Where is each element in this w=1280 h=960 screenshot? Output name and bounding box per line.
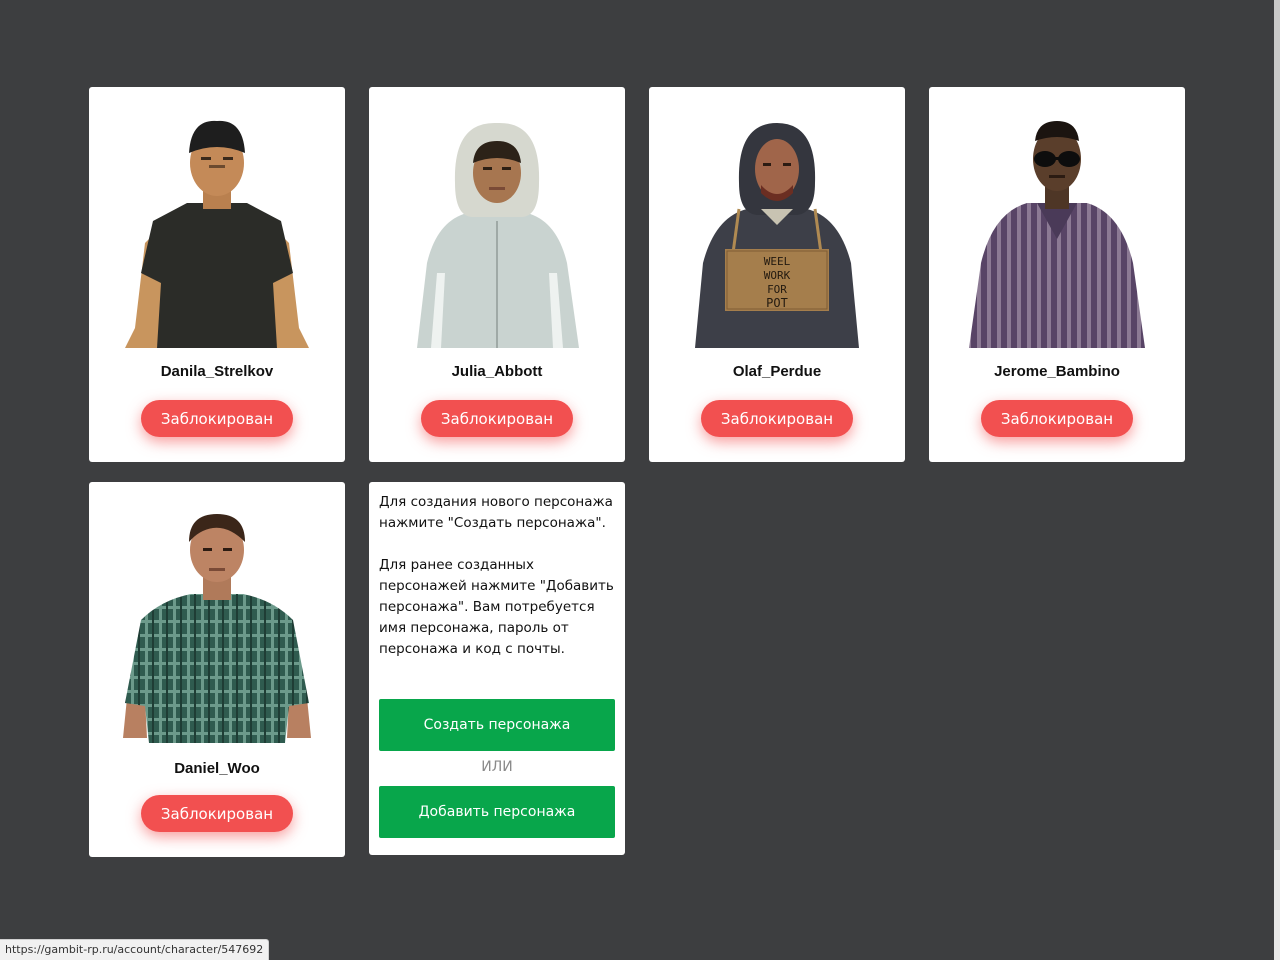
character-name: Olaf_Perdue — [732, 363, 822, 380]
character-name: Julia_Abbott — [451, 363, 543, 380]
character-card[interactable]: WEEL WORK FOR POT Olaf_Perdue Заблокиров… — [649, 87, 905, 462]
character-card[interactable]: Daniel_Woo Заблокирован — [89, 482, 345, 857]
character-card[interactable]: Danila_Strelkov Заблокирован — [89, 87, 345, 462]
character-avatar: WEEL WORK FOR POT — [695, 123, 859, 348]
scrollbar-thumb[interactable] — [1274, 0, 1280, 850]
character-avatar — [417, 122, 579, 348]
character-avatar — [123, 514, 311, 743]
blocked-status-button[interactable]: Заблокирован — [701, 400, 853, 437]
blocked-status-button[interactable]: Заблокирован — [981, 400, 1133, 437]
add-instructions: Для ранее созданных персонажей нажмите "… — [379, 557, 614, 657]
sign-word: POT — [766, 296, 788, 310]
sign-word: WORK — [764, 269, 791, 282]
or-separator: ИЛИ — [481, 759, 513, 775]
character-card[interactable]: Julia_Abbott Заблокирован — [369, 87, 625, 462]
add-character-button[interactable]: Добавить персонажа — [379, 786, 615, 838]
create-instructions: Для создания нового персонажа нажмите "С… — [379, 494, 613, 531]
create-character-card: Для создания нового персонажа нажмите "С… — [369, 482, 625, 855]
character-avatar — [125, 120, 309, 348]
page: Danila_Strelkov Заблокирован Julia_Abbot… — [0, 0, 1280, 960]
sign-word: FOR — [767, 283, 787, 296]
create-character-button[interactable]: Создать персонажа — [379, 699, 615, 751]
character-avatar — [969, 121, 1145, 348]
blocked-status-button[interactable]: Заблокирован — [141, 795, 293, 832]
blocked-status-button[interactable]: Заблокирован — [421, 400, 573, 437]
character-name: Daniel_Woo — [174, 760, 260, 777]
character-name: Danila_Strelkov — [160, 363, 274, 380]
character-card[interactable]: Jerome_Bambino Заблокирован — [929, 87, 1185, 462]
character-name: Jerome_Bambino — [994, 363, 1120, 380]
blocked-status-button[interactable]: Заблокирован — [141, 400, 293, 437]
link-status-bar: https://gambit-rp.ru/account/character/5… — [0, 939, 270, 960]
sign-word: WEEL — [764, 255, 791, 268]
